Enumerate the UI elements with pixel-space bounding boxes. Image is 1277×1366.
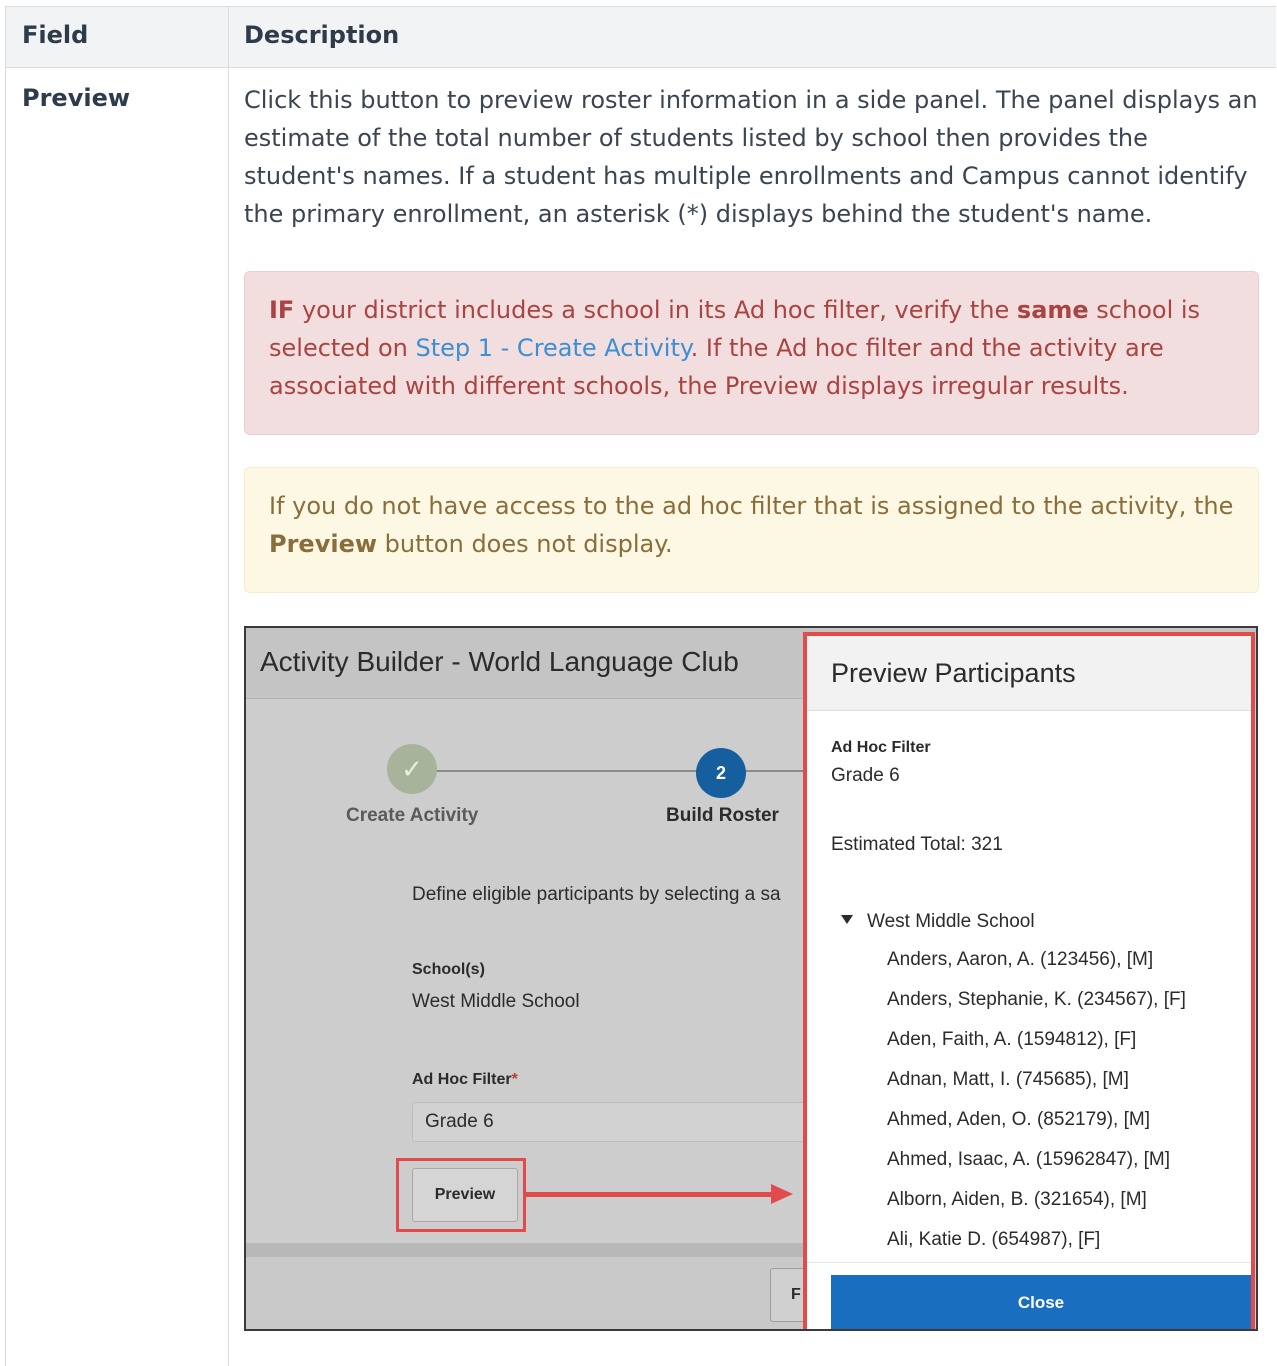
- column-divider: [228, 6, 229, 1366]
- builder-footer: [246, 1257, 806, 1329]
- panel-filter-label: Ad Hoc Filter: [831, 739, 931, 756]
- school-label: School(s): [412, 961, 485, 978]
- step-1-label: Create Activity: [346, 805, 479, 826]
- preview-button[interactable]: Preview: [412, 1168, 518, 1222]
- adhoc-filter-label: Ad Hoc Filter*: [412, 1071, 518, 1089]
- close-button[interactable]: Close: [831, 1275, 1251, 1329]
- activity-builder-screenshot: Activity Builder - World Language Club ✓…: [244, 626, 1258, 1331]
- school-tree-node[interactable]: West Middle School: [841, 911, 1035, 933]
- header-description: Description: [244, 21, 400, 49]
- adhoc-filter-select[interactable]: Grade 6: [412, 1102, 812, 1142]
- panel-header: Preview Participants: [807, 636, 1251, 711]
- preview-participants-panel: Preview Participants Ad Hoc Filter Grade…: [803, 632, 1255, 1329]
- danger-emphasis: same: [1016, 296, 1089, 324]
- field-description-table: Field Description Preview Click this but…: [5, 6, 1276, 1366]
- field-description: Click this button to preview roster info…: [244, 86, 1258, 228]
- danger-text-1: your district includes a school in its A…: [294, 296, 1017, 324]
- step-2-label: Build Roster: [666, 805, 779, 826]
- panel-filter-value: Grade 6: [831, 765, 900, 786]
- table-header-row: Field Description: [6, 6, 1276, 68]
- warning-text-2: button does not display.: [377, 530, 673, 558]
- list-item: Adnan, Matt, I. (745685), [M]: [887, 1069, 1129, 1090]
- school-value: West Middle School: [412, 991, 580, 1012]
- danger-callout: IF your district includes a school in it…: [244, 271, 1259, 435]
- list-item: Anders, Stephanie, K. (234567), [F]: [887, 989, 1186, 1010]
- list-item: Anders, Aaron, A. (123456), [M]: [887, 949, 1154, 970]
- panel-footer: Close: [807, 1262, 1251, 1329]
- list-item: Ahmed, Isaac, A. (15962847), [M]: [887, 1149, 1171, 1170]
- warning-emphasis: Preview: [269, 530, 378, 558]
- student-list: Anders, Aaron, A. (123456), [M] Anders, …: [887, 940, 1186, 1260]
- caret-down-icon[interactable]: [841, 915, 853, 925]
- step-1-check-icon[interactable]: ✓: [387, 744, 437, 794]
- stepper-line: [411, 770, 806, 772]
- adhoc-label-text: Ad Hoc Filter: [412, 1071, 512, 1088]
- builder-title: Activity Builder - World Language Club: [260, 646, 739, 677]
- step-2-badge[interactable]: 2: [696, 748, 746, 798]
- list-item: Alborn, Aiden, B. (321654), [M]: [887, 1189, 1147, 1210]
- panel-title: Preview Participants: [831, 658, 1076, 688]
- arrow-head-icon: [771, 1184, 793, 1204]
- list-item: Ali, Katie D. (654987), [F]: [887, 1229, 1101, 1250]
- estimated-total: Estimated Total: 321: [831, 834, 1003, 855]
- school-tree-label: West Middle School: [867, 911, 1035, 932]
- header-field: Field: [22, 21, 89, 49]
- callout-arrow: [526, 1192, 776, 1197]
- define-participants-text: Define eligible participants by selectin…: [412, 884, 781, 905]
- list-item: Ahmed, Aden, O. (852179), [M]: [887, 1109, 1150, 1130]
- field-name-preview: Preview: [22, 84, 131, 112]
- warning-text-1: If you do not have access to the ad hoc …: [269, 492, 1234, 520]
- step1-link[interactable]: Step 1 - Create Activity: [415, 334, 690, 362]
- builder-divider-bar: [246, 1243, 806, 1257]
- danger-lead: IF: [269, 296, 295, 324]
- list-item: Aden, Faith, A. (1594812), [F]: [887, 1029, 1137, 1050]
- warning-callout: If you do not have access to the ad hoc …: [244, 467, 1259, 593]
- required-marker: *: [511, 1071, 518, 1088]
